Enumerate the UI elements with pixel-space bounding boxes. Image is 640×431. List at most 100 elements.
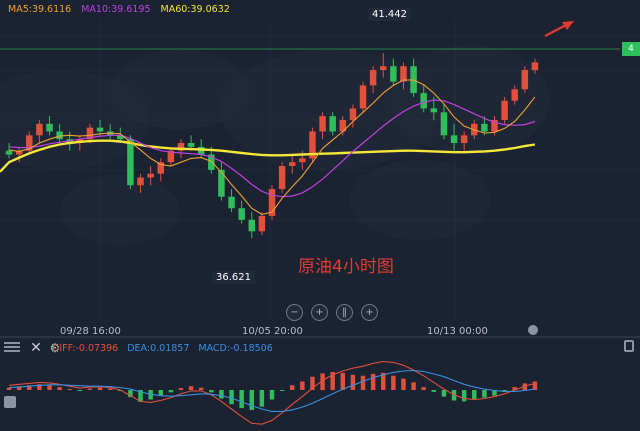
chart-title-annotation: 原油4小时图 bbox=[298, 257, 394, 277]
candle-body bbox=[481, 123, 488, 132]
candle-body bbox=[278, 166, 286, 190]
macd-bar bbox=[219, 390, 224, 399]
candle-body bbox=[96, 127, 104, 132]
macd-bar bbox=[168, 390, 174, 393]
candle-body bbox=[390, 66, 397, 82]
candle-body bbox=[369, 70, 377, 86]
candle-body bbox=[299, 158, 306, 163]
candle-body bbox=[228, 196, 235, 209]
candle-body bbox=[218, 169, 225, 197]
macd-bar bbox=[461, 390, 467, 402]
macd-bar bbox=[340, 372, 346, 390]
ma60-label: MA60:39.0632 bbox=[160, 4, 230, 15]
macd-bar bbox=[178, 388, 184, 390]
candle-body bbox=[380, 66, 387, 71]
candle-body bbox=[359, 85, 367, 109]
candle-body bbox=[450, 135, 458, 143]
candle-body bbox=[288, 162, 296, 167]
zoom-in-button[interactable]: + bbox=[311, 304, 328, 321]
x-tick-label-1: 09/28 16:00 bbox=[60, 326, 121, 337]
candle-body bbox=[420, 93, 427, 109]
macd-bar bbox=[360, 375, 366, 390]
high-price-label: 41.442 bbox=[368, 8, 411, 21]
macd-bar bbox=[431, 390, 437, 392]
zoom-out-button[interactable]: − bbox=[286, 304, 303, 321]
trend-arrow bbox=[544, 21, 574, 37]
macd-bar bbox=[279, 390, 285, 391]
ma-legend: MA5:39.6116 MA10:39.6195 MA60:39.0632 bbox=[8, 4, 230, 15]
x-tick-label-2: 10/05 20:00 bbox=[242, 326, 303, 337]
map-region-4 bbox=[350, 160, 490, 240]
menu-icon[interactable] bbox=[2, 340, 22, 356]
candle-body bbox=[127, 139, 134, 186]
macd-bar bbox=[158, 390, 163, 396]
x-tick-label-3: 10/13 00:00 bbox=[427, 326, 488, 337]
macd-bar bbox=[67, 389, 72, 391]
candle-body bbox=[137, 177, 144, 186]
current-price-tag: 4 bbox=[622, 42, 640, 56]
candle-body bbox=[46, 123, 53, 132]
candle-body bbox=[187, 143, 195, 147]
macd-bar bbox=[47, 385, 52, 390]
candle-body bbox=[521, 70, 529, 90]
macd-bar bbox=[57, 387, 62, 390]
candle-body bbox=[258, 215, 266, 232]
candle-body bbox=[430, 108, 438, 113]
macd-bar bbox=[300, 381, 305, 390]
macd-bar bbox=[239, 390, 244, 409]
macd-bar bbox=[482, 390, 487, 398]
macd-bar bbox=[229, 390, 234, 405]
macd-bar bbox=[188, 386, 194, 390]
candle-body bbox=[147, 173, 154, 178]
low-price-label: 36.621 bbox=[212, 271, 255, 284]
macd-panel bbox=[6, 360, 538, 425]
macd-bar bbox=[249, 390, 254, 410]
macd-bar bbox=[209, 390, 214, 393]
candle-body bbox=[349, 108, 357, 120]
candle-body bbox=[511, 89, 518, 101]
macd-bar bbox=[350, 374, 356, 390]
macd-bar bbox=[87, 388, 93, 390]
macd-bar bbox=[391, 375, 396, 390]
candle-body bbox=[319, 116, 326, 132]
ma5-label: MA5:39.6116 bbox=[8, 4, 72, 15]
reset-view-button[interactable] bbox=[528, 325, 538, 335]
macd-bar bbox=[411, 382, 416, 390]
macd-bar bbox=[269, 390, 275, 400]
candle-body bbox=[5, 150, 13, 155]
candle-body bbox=[531, 62, 539, 71]
candle-body bbox=[501, 100, 508, 120]
macd-bar bbox=[198, 387, 204, 390]
macd-bar bbox=[290, 385, 295, 390]
add-button[interactable]: + bbox=[361, 304, 378, 321]
candle-body bbox=[56, 131, 63, 140]
dea-label: DEA:0.01857 bbox=[127, 343, 190, 354]
close-icon[interactable]: ✕ bbox=[28, 340, 44, 356]
macd-bar bbox=[97, 387, 103, 390]
macd-bar bbox=[472, 390, 477, 400]
macd-bar bbox=[259, 390, 265, 407]
zoom-controls: − + ‖ + bbox=[286, 304, 378, 321]
ma10-label: MA10:39.6195 bbox=[81, 4, 151, 15]
candlestick-chart bbox=[0, 20, 640, 425]
map-region-5 bbox=[60, 175, 180, 245]
panel-toggle-icon[interactable] bbox=[624, 340, 634, 352]
candle-body bbox=[329, 116, 336, 132]
macd-bar bbox=[401, 378, 406, 390]
macd-bar bbox=[77, 390, 83, 391]
diff-label: DIFF:-0.07396 bbox=[52, 343, 119, 354]
candle-body bbox=[36, 123, 43, 136]
candle-body bbox=[238, 208, 245, 220]
pause-button[interactable]: ‖ bbox=[336, 304, 353, 321]
macd-bar bbox=[107, 388, 113, 390]
macd-bar bbox=[441, 390, 447, 397]
macd-bar bbox=[532, 381, 538, 390]
macd-bar bbox=[370, 373, 376, 390]
macd-legend: DIFF:-0.07396 DEA:0.01857 MACD:-0.18506 bbox=[52, 343, 273, 354]
macd-label: MACD:-0.18506 bbox=[198, 343, 273, 354]
candle-body bbox=[440, 112, 448, 136]
candle-body bbox=[248, 219, 256, 232]
tool-icon[interactable] bbox=[4, 396, 16, 408]
macd-bar bbox=[421, 387, 426, 390]
candle-body bbox=[460, 135, 468, 143]
